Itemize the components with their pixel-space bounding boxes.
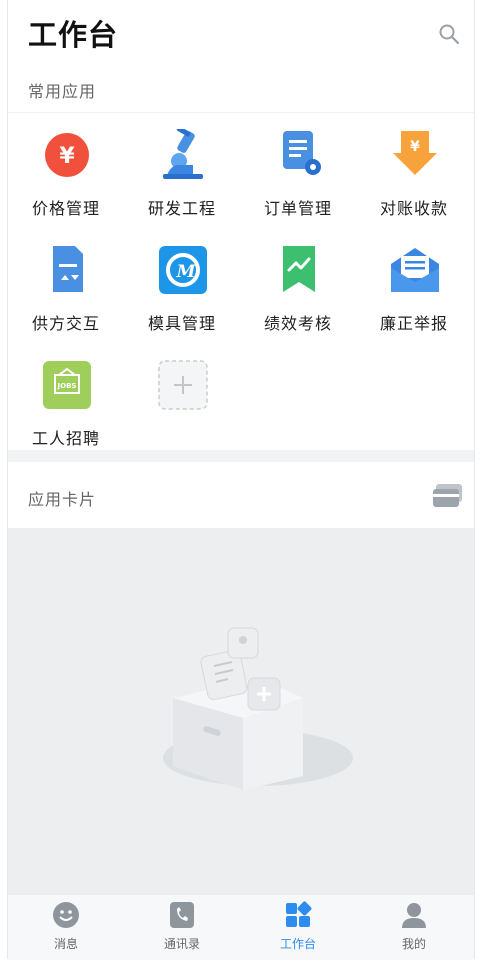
workbench-grid-icon [284,901,312,929]
app-label: 对账收款 [379,201,448,218]
app-rd-engineering[interactable]: 研发工程 [124,126,240,239]
app-label: 价格管理 [31,201,100,218]
app-mold-management[interactable]: M 模具管理 [124,244,240,354]
tab-label: 我的 [401,937,426,951]
app-label: 绩效考核 [263,316,332,333]
app-label: 研发工程 [147,201,216,218]
svg-text:JOBS: JOBS [57,382,77,390]
tab-messages[interactable]: 消息 [8,895,124,960]
page-title: 工作台 [28,20,119,52]
plus-icon [157,359,209,411]
tab-label: 通讯录 [163,937,200,951]
svg-text:¥: ¥ [59,144,75,169]
section-separator [8,450,474,462]
tab-contacts[interactable]: 通讯录 [124,895,240,960]
mold-logo-icon: M [157,244,209,296]
tab-profile[interactable]: 我的 [356,895,472,960]
app-label: 工人招聘 [31,431,100,448]
app-label: 模具管理 [147,316,216,333]
smile-chat-icon [52,901,80,929]
svg-text:M: M [176,262,197,282]
empty-box-illustration [163,627,353,790]
supplier-doc-icon [41,244,93,296]
app-frame: 工作台 常用应用 ¥ 价格管理 研发工程 订单管理 ¥ 对账收款 供方交互 M … [7,0,475,960]
app-order-management[interactable]: 订单管理 [240,129,356,239]
microscope-icon [157,126,209,181]
jobs-board-icon: JOBS [41,359,93,411]
tab-workbench[interactable]: 工作台 [240,895,356,960]
app-integrity-report[interactable]: 廉正举报 [356,244,472,354]
app-cards-label: 应用卡片 [28,492,97,509]
svg-text:¥: ¥ [410,139,420,155]
search-icon[interactable] [438,23,460,45]
yen-download-icon: ¥ [389,129,441,181]
tab-label: 工作台 [279,937,316,951]
performance-flag-icon [273,244,325,296]
app-supplier-interaction[interactable]: 供方交互 [8,244,124,354]
person-icon [400,901,428,929]
app-label: 供方交互 [31,316,100,333]
phone-book-icon [168,901,196,929]
app-cards-empty-area [8,528,474,894]
app-label: 订单管理 [263,201,332,218]
card-icon[interactable] [432,482,464,510]
app-performance-review[interactable]: 绩效考核 [240,244,356,354]
app-label: 廉正举报 [379,316,448,333]
bottom-tab-bar: 消息 通讯录 工作台 我的 [8,894,474,960]
app-reconciliation[interactable]: ¥ 对账收款 [356,129,472,239]
mail-envelope-icon [389,244,441,296]
header: 工作台 [8,0,474,68]
common-apps-label: 常用应用 [28,84,97,101]
divider [8,112,474,113]
order-doc-icon [273,129,325,181]
app-price-management[interactable]: ¥ 价格管理 [8,129,124,239]
yen-circle-icon: ¥ [41,129,93,181]
tab-label: 消息 [53,937,78,951]
